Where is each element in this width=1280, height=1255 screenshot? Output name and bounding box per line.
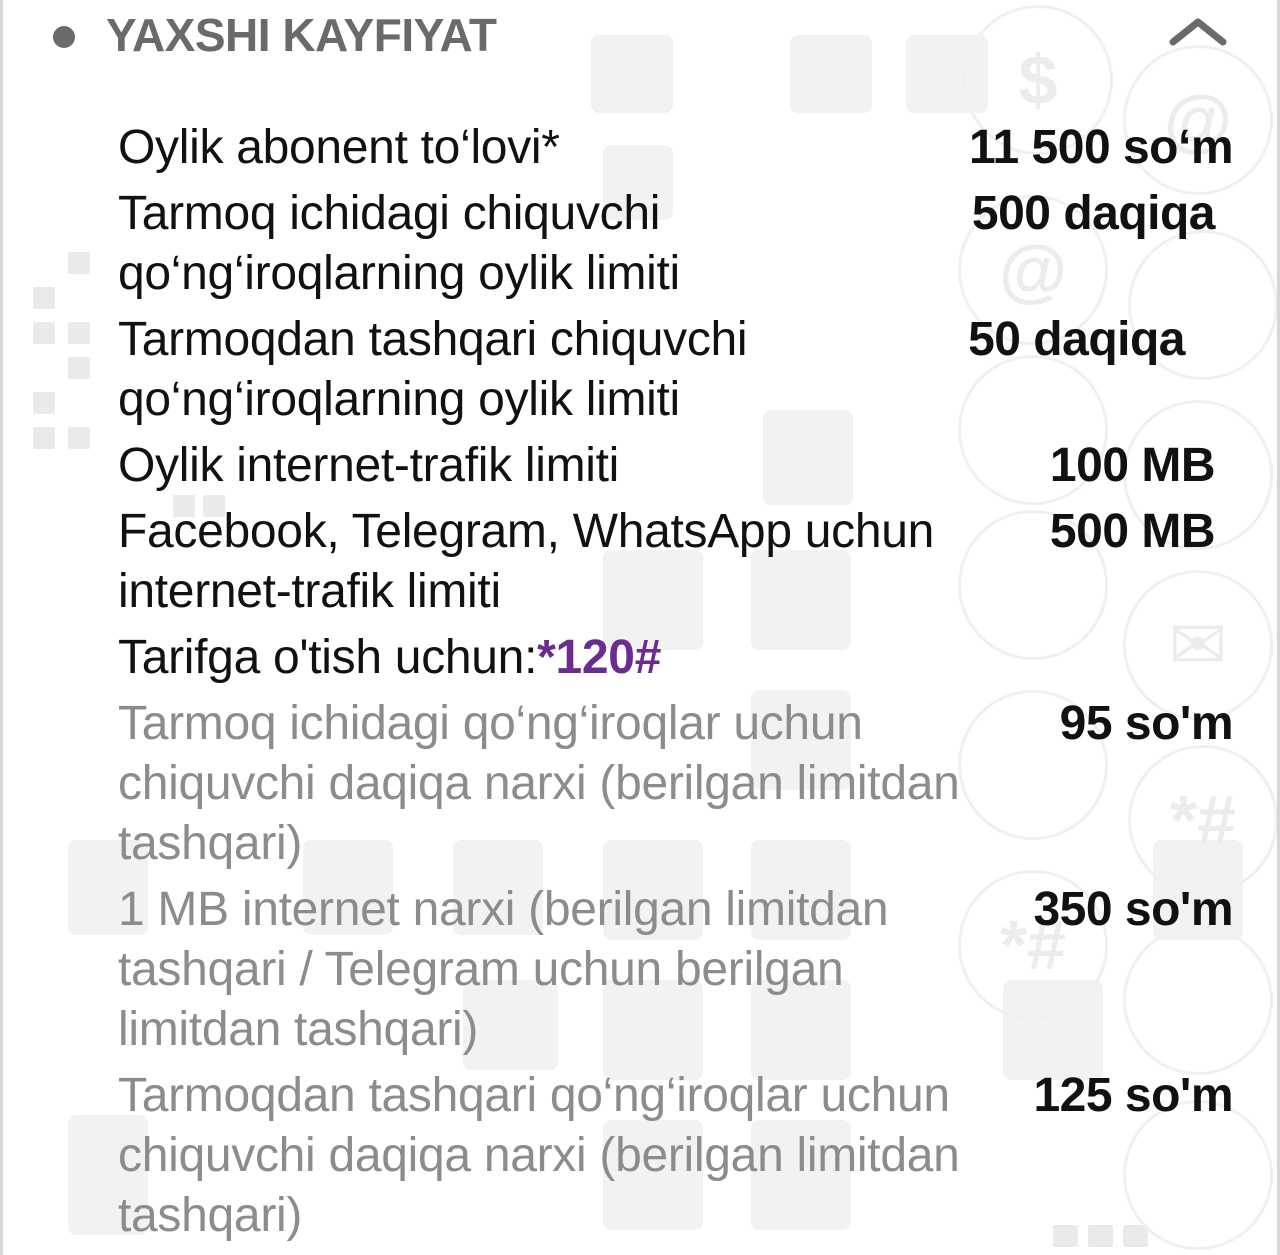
row-value: 100 MB xyxy=(1049,439,1216,492)
tariff-header[interactable]: YAXSHI KAYFIYAT xyxy=(3,0,1277,70)
row-label: Oylik abonent to‘lovi* xyxy=(118,121,560,174)
ussd-code-link[interactable]: *120# xyxy=(537,631,661,684)
list-item: Oylik internet-trafik limiti 100 MB xyxy=(118,436,1233,496)
row-value: 50 daqiqa xyxy=(968,313,1185,366)
chevron-up-icon xyxy=(1169,18,1227,46)
bullet-icon xyxy=(53,26,75,48)
switch-tariff-row: Tarifga o'tish uchun:*120# xyxy=(118,628,1233,688)
list-item: Tarmoq ichidagi chiquvchi qo‘ng‘iroqlarn… xyxy=(118,184,1233,304)
row-label: Tarmoqdan tashqari chiquvchi qo‘ng‘iroql… xyxy=(118,313,748,426)
list-item: Facebook, Telegram, WhatsApp uchun inter… xyxy=(118,502,1233,622)
row-value: 95 so'm xyxy=(1059,697,1234,750)
list-item: Tarmoqdan tashqari qo‘ng‘iroqlar uchun c… xyxy=(118,1066,1233,1246)
row-label: Oylik internet-trafik limiti xyxy=(118,439,620,492)
row-label: Facebook, Telegram, WhatsApp uchun inter… xyxy=(118,505,935,618)
tariff-details-list: Oylik abonent to‘lovi* 11 500 so‘m Tarmo… xyxy=(118,118,1234,1252)
row-value: 500 daqiqa xyxy=(971,187,1216,240)
tariff-title: YAXSHI KAYFIYAT xyxy=(106,9,497,61)
row-label: Tarmoq ichidagi qo‘ng‘iroqlar uchun chiq… xyxy=(118,697,960,870)
tariff-panel: $ @ @ ✉ *# *# YAXSHI KAYFIYAT Oylik abon… xyxy=(0,0,1280,1255)
row-value: 11 500 so‘m xyxy=(968,121,1234,174)
collapse-button[interactable] xyxy=(1163,10,1233,55)
list-item: 1 MB internet narxi (berilgan limitdan t… xyxy=(118,880,1233,1060)
list-item: Oylik abonent to‘lovi* 11 500 so‘m xyxy=(118,118,1234,178)
row-label: 1 MB internet narxi (berilgan limitdan t… xyxy=(118,883,889,1056)
row-label: Tarmoqdan tashqari qo‘ng‘iroqlar uchun c… xyxy=(118,1069,960,1242)
row-label: Tarmoq ichidagi chiquvchi qo‘ng‘iroqlarn… xyxy=(118,187,680,300)
row-value: 350 so'm xyxy=(1033,883,1233,936)
list-item: Tarmoq ichidagi qo‘ng‘iroqlar uchun chiq… xyxy=(118,694,1234,874)
switch-tariff-label: Tarifga o'tish uchun: xyxy=(118,631,538,684)
row-value: 500 MB xyxy=(1049,505,1216,558)
list-item: Tarmoqdan tashqari chiquvchi qo‘ng‘iroql… xyxy=(118,310,1233,430)
row-value: 125 so'm xyxy=(1033,1069,1233,1122)
